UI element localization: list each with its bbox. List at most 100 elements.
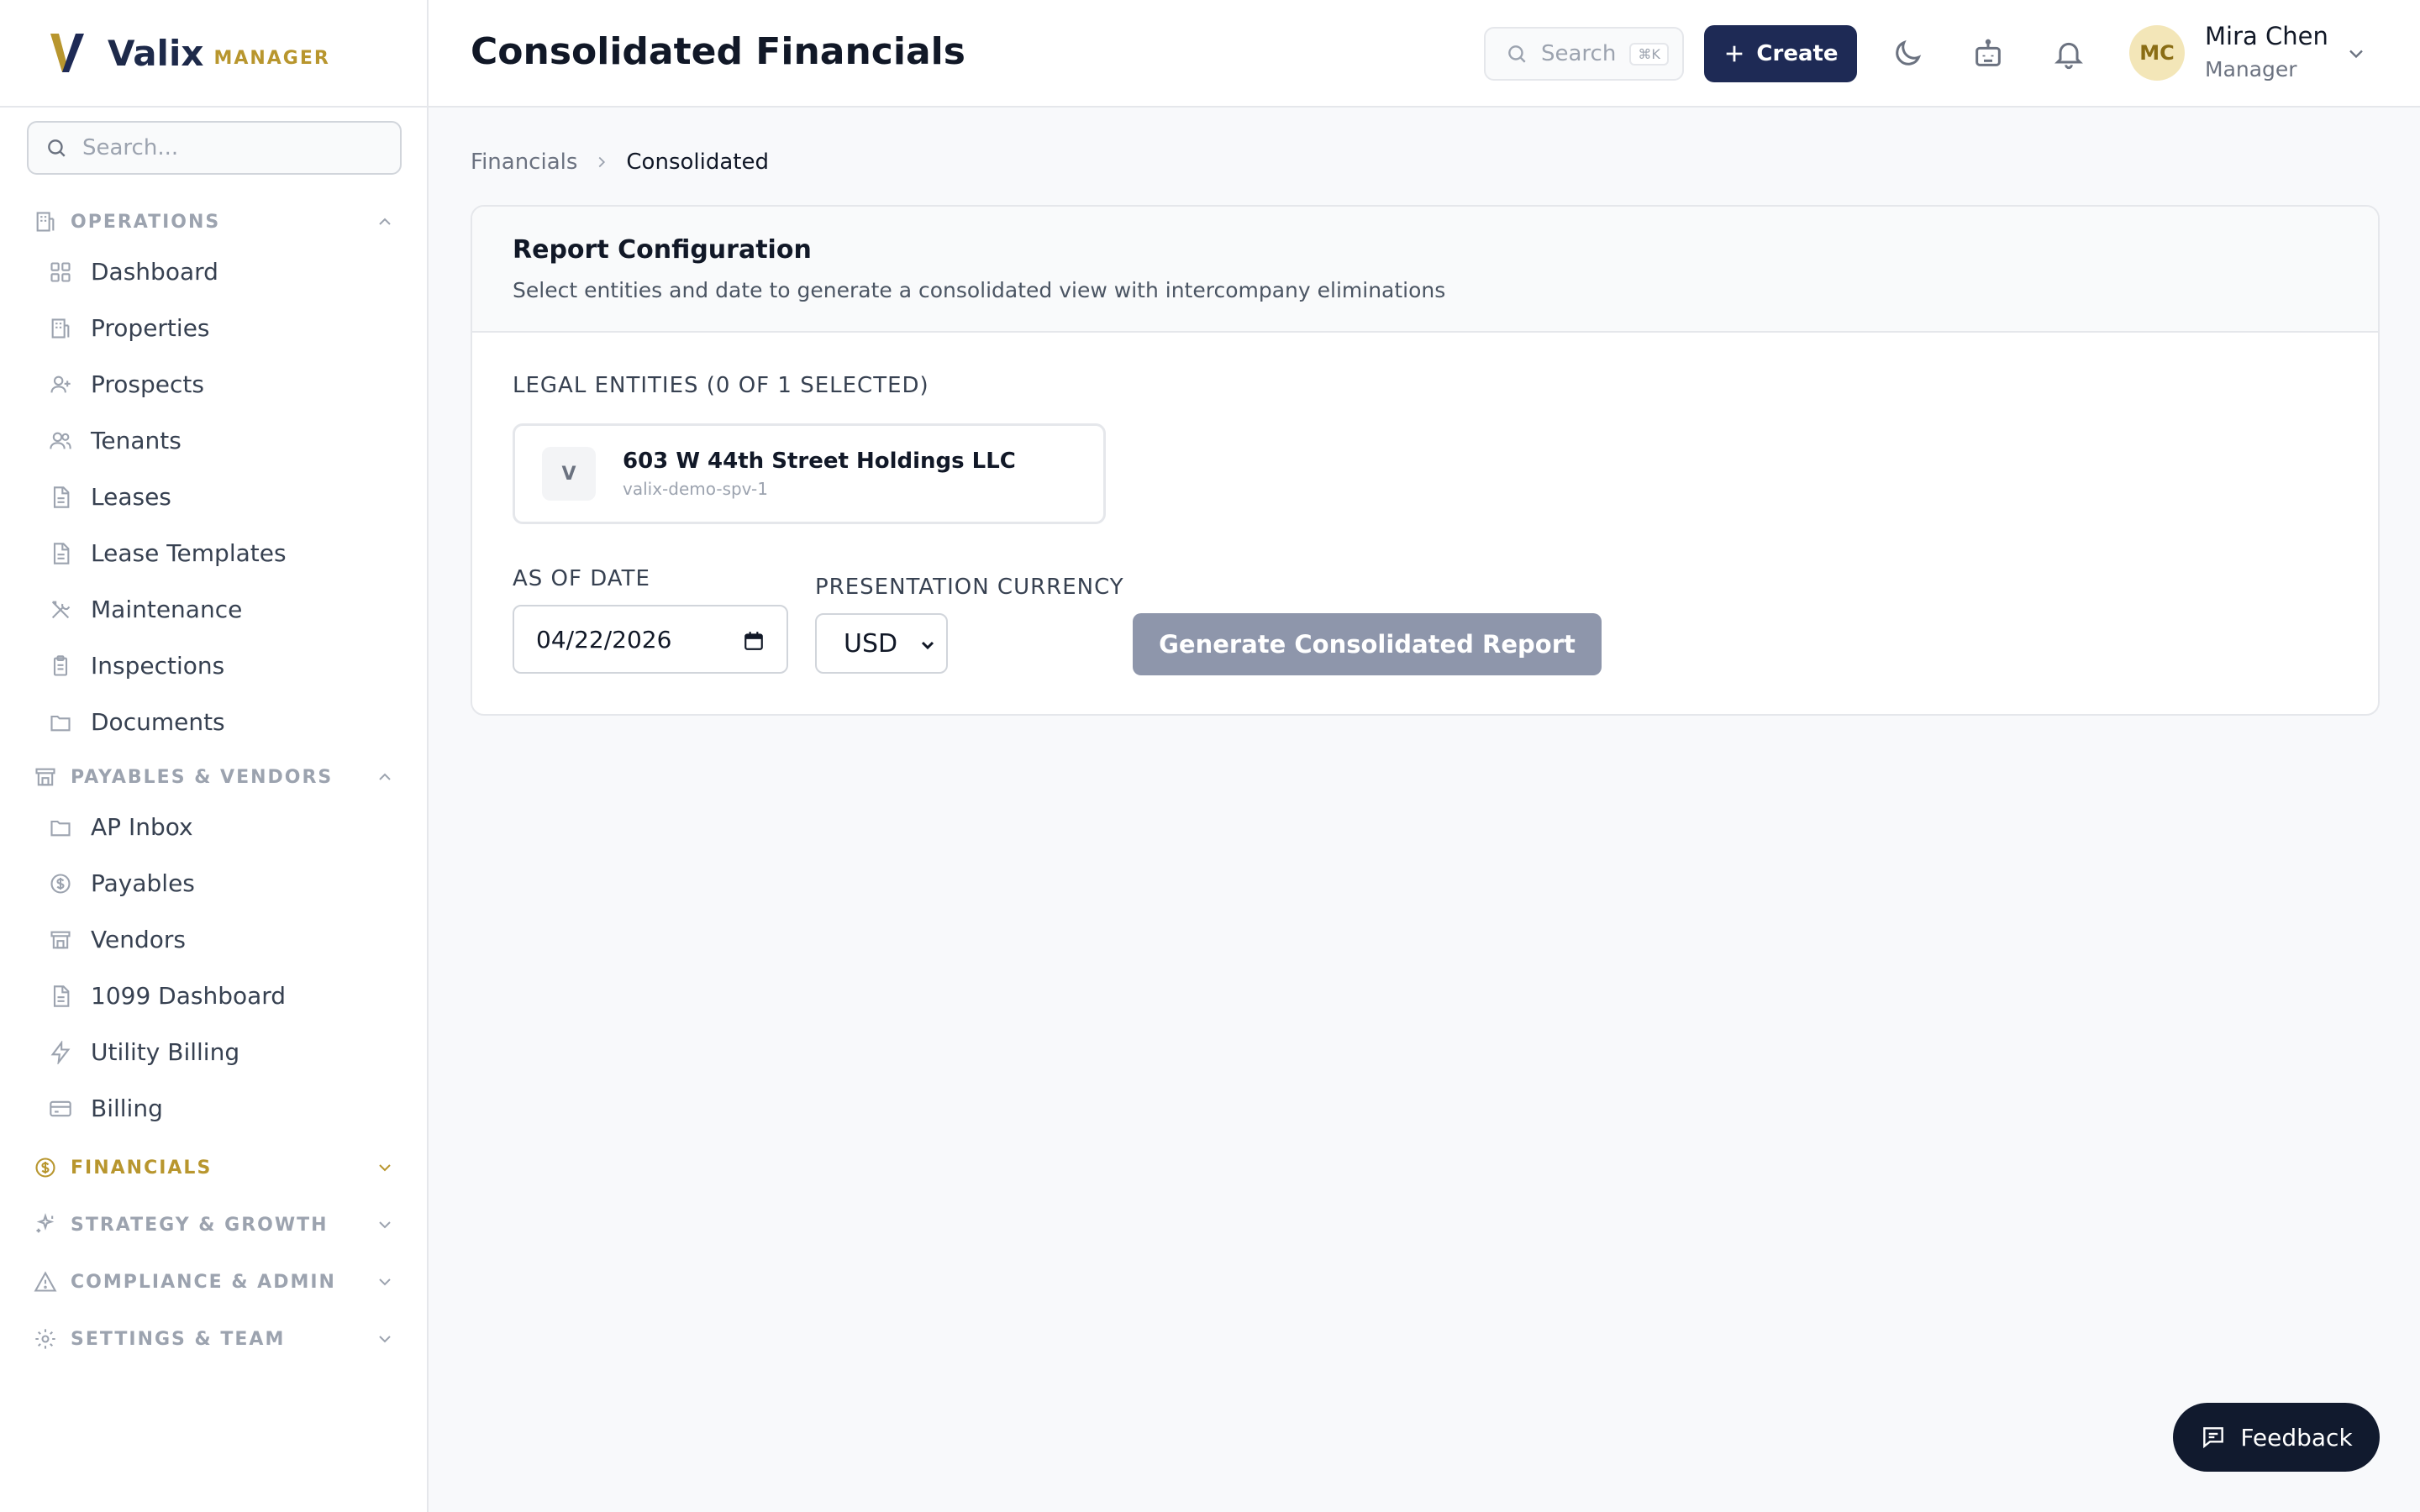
sidebar-search-input[interactable] (82, 135, 385, 160)
sidebar: Valix MANAGER OPERATIONS Dashboard Prope… (0, 0, 429, 1512)
bell-icon[interactable] (2052, 37, 2086, 71)
create-label: Create (1756, 41, 1839, 66)
card-header: Report Configuration Select entities and… (472, 207, 2378, 333)
sidebar-item-ap-inbox[interactable]: AP Inbox (0, 799, 427, 855)
breadcrumb: Financials Consolidated (471, 150, 769, 175)
currency-select[interactable]: USD (815, 613, 948, 674)
file-icon (53, 542, 70, 564)
sidebar-item-documents[interactable]: Documents (0, 694, 427, 750)
sidebar-nav: OPERATIONS Dashboard Properties Prospect… (0, 195, 427, 1365)
report-configuration-card: Report Configuration Select entities and… (471, 205, 2380, 716)
sidebar-item-dashboard[interactable]: Dashboard (0, 244, 427, 300)
plus-icon (1727, 45, 1743, 62)
sidebar-item-lease-templates[interactable]: Lease Templates (0, 525, 427, 581)
avatar[interactable]: MC (2129, 25, 2185, 81)
section-financials[interactable]: FINANCIALS (0, 1142, 427, 1194)
chevron-down-icon (379, 1336, 391, 1343)
chevron-up-icon (379, 773, 391, 780)
section-title: PAYABLES & VENDORS (71, 766, 334, 788)
calendar-icon[interactable] (743, 630, 765, 652)
date-value: 04/22/2026 (536, 625, 672, 654)
sidebar-item-label: Maintenance (91, 596, 243, 623)
sidebar-item-utility-billing[interactable]: Utility Billing (0, 1024, 427, 1080)
section-compliance-admin[interactable]: COMPLIANCE & ADMIN (0, 1256, 427, 1308)
sidebar-item-inspections[interactable]: Inspections (0, 638, 427, 694)
section-settings-team[interactable]: SETTINGS & TEAM (0, 1313, 427, 1365)
section-strategy-growth[interactable]: STRATEGY & GROWTH (0, 1199, 427, 1251)
breadcrumb-current: Consolidated (626, 150, 769, 175)
feedback-label: Feedback (2240, 1423, 2353, 1452)
sidebar-item-label: Documents (91, 708, 225, 736)
create-button[interactable]: Create (1704, 25, 1857, 82)
sidebar-search[interactable] (27, 121, 402, 175)
valix-logo-icon (50, 34, 84, 72)
users-icon (50, 432, 71, 449)
sidebar-item-label: 1099 Dashboard (91, 982, 287, 1010)
entity-code: valix-demo-spv-1 (623, 479, 768, 499)
sidebar-item-billing[interactable]: Billing (0, 1080, 427, 1137)
entity-avatar: V (542, 447, 596, 501)
sidebar-item-vendors[interactable]: Vendors (0, 911, 427, 968)
as-of-date-input[interactable]: 04/22/2026 (513, 605, 788, 674)
card-icon (50, 1100, 71, 1116)
legal-entities-label: LEGAL ENTITIES (0 OF 1 SELECTED) (513, 373, 929, 398)
section-title: STRATEGY & GROWTH (71, 1214, 329, 1236)
dollar-icon (50, 873, 71, 894)
moon-icon[interactable] (1891, 37, 1924, 71)
sidebar-item-label: Inspections (91, 652, 225, 680)
chevron-down-icon[interactable] (2344, 42, 2368, 66)
feedback-button[interactable]: Feedback (2173, 1403, 2380, 1472)
sidebar-item-leases[interactable]: Leases (0, 469, 427, 525)
store-icon (35, 768, 55, 786)
chevron-down-icon (379, 1164, 391, 1172)
breadcrumb-financials[interactable]: Financials (471, 150, 577, 175)
currency-value: USD (844, 628, 898, 659)
building-icon (51, 318, 70, 339)
section-title: FINANCIALS (71, 1157, 213, 1179)
section-title: SETTINGS & TEAM (71, 1328, 286, 1350)
sidebar-item-prospects[interactable]: Prospects (0, 356, 427, 412)
file-icon (53, 486, 70, 508)
generate-report-button[interactable]: Generate Consolidated Report (1133, 613, 1602, 675)
entity-name: 603 W 44th Street Holdings LLC (623, 449, 1016, 474)
chevron-up-icon (379, 218, 391, 225)
sidebar-item-maintenance[interactable]: Maintenance (0, 581, 427, 638)
bolt-icon (50, 1040, 71, 1064)
grid-icon (50, 261, 71, 282)
sparkle-icon (36, 1213, 55, 1233)
dollar-icon (35, 1158, 55, 1178)
logo[interactable]: Valix MANAGER (0, 0, 427, 108)
section-operations[interactable]: OPERATIONS (0, 200, 427, 244)
presentation-currency-label: PRESENTATION CURRENCY (815, 575, 1124, 600)
robot-icon[interactable] (1971, 37, 2005, 71)
folder-icon (50, 715, 71, 731)
sidebar-item-label: Utility Billing (91, 1038, 240, 1066)
message-icon (2203, 1427, 2224, 1449)
app-name: Valix (108, 32, 204, 74)
sidebar-item-properties[interactable]: Properties (0, 300, 427, 356)
alert-icon (34, 1271, 57, 1292)
search-shortcut: ⌘K (1629, 42, 1669, 66)
sidebar-item-label: Leases (91, 483, 171, 511)
gear-icon (35, 1329, 55, 1349)
sidebar-item-label: AP Inbox (91, 813, 193, 841)
search-icon (1508, 45, 1526, 63)
building-icon (36, 212, 55, 232)
section-payables-vendors[interactable]: PAYABLES & VENDORS (0, 755, 427, 799)
section-title: COMPLIANCE & ADMIN (71, 1271, 336, 1293)
entity-option[interactable]: V 603 W 44th Street Holdings LLC valix-d… (513, 423, 1106, 524)
card-subtitle: Select entities and date to generate a c… (513, 278, 1446, 302)
user-plus-icon (50, 375, 71, 392)
app-subtitle: MANAGER (213, 47, 330, 69)
sidebar-item-payables[interactable]: Payables (0, 855, 427, 911)
clipboard-icon (53, 654, 68, 676)
sidebar-item-tenants[interactable]: Tenants (0, 412, 427, 469)
page-title: Consolidated Financials (471, 30, 965, 73)
global-search-button[interactable]: Search ⌘K (1484, 27, 1684, 81)
chevron-right-icon (599, 156, 606, 168)
sidebar-item-label: Payables (91, 869, 195, 897)
store-icon (50, 931, 71, 948)
user-name[interactable]: Mira Chen (2205, 22, 2328, 50)
sidebar-item-1099-dashboard[interactable]: 1099 Dashboard (0, 968, 427, 1024)
section-title: OPERATIONS (71, 211, 221, 233)
